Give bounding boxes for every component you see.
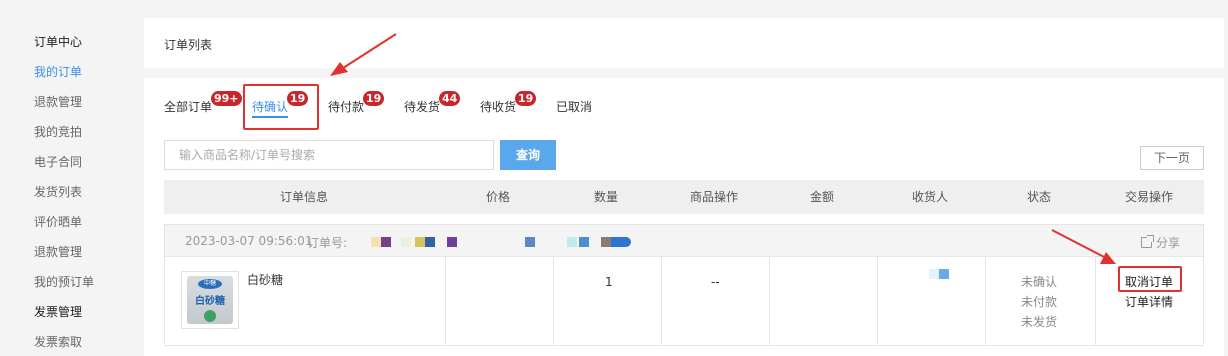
quantity-value: 1 [605, 275, 613, 289]
sidebar-item-my-orders[interactable]: 我的订单 [34, 63, 82, 80]
status-unpaid: 未付款 [1021, 295, 1058, 309]
page-title: 订单列表 [164, 38, 213, 52]
redacted-order-number [567, 237, 577, 247]
redacted-order-number [525, 237, 535, 247]
tab-cancelled[interactable]: 已取消 [556, 98, 592, 115]
sidebar-section-invoice-management: 发票管理 [34, 305, 83, 319]
next-page-button[interactable]: 下一页 [1140, 146, 1204, 170]
order-details-link[interactable]: 订单详情 [1125, 293, 1173, 310]
count-badge: 99+ [211, 91, 242, 106]
redacted-order-number [425, 237, 435, 247]
count-badge: 44 [439, 91, 461, 106]
redacted-order-number [401, 237, 411, 247]
column-divider [445, 257, 446, 345]
column-header-receiver: 收货人 [911, 190, 948, 204]
column-divider [769, 257, 770, 345]
order-card: 2023-03-07 09:56:01 订单号: 分享 中糖 白砂糖 白砂糖 1… [164, 224, 1204, 346]
order-time: 2023-03-07 09:56:01 [185, 234, 313, 248]
status-unshipped: 未发货 [1021, 315, 1058, 329]
sidebar: 订单中心 我的订单 退款管理 我的竞拍 电子合同 发货列表 评价晒单 退款管理 … [0, 0, 140, 356]
column-divider [553, 257, 554, 345]
product-ops-value: -- [711, 275, 720, 289]
order-header: 2023-03-07 09:56:01 订单号: 分享 [165, 225, 1203, 257]
redacted-order-number [621, 237, 631, 247]
redacted-order-number [579, 237, 589, 247]
sidebar-section-order-center: 订单中心 [34, 35, 83, 49]
sugar-bag-image: 中糖 白砂糖 [187, 276, 233, 324]
column-header-order-info: 订单信息 [279, 190, 328, 204]
sidebar-item-e-contracts[interactable]: 电子合同 [34, 153, 82, 170]
column-header-amount: 金额 [809, 190, 834, 204]
count-badge: 19 [363, 91, 385, 106]
tab-label: 已取消 [556, 100, 593, 114]
sidebar-item-my-preorders[interactable]: 我的预订单 [34, 273, 94, 290]
share-icon [1141, 235, 1154, 248]
product-name[interactable]: 白砂糖 [247, 271, 283, 288]
search-button[interactable]: 查询 [500, 140, 556, 170]
redacted-order-number [601, 237, 611, 247]
share-link[interactable]: 分享 [1141, 234, 1180, 251]
column-header-quantity: 数量 [593, 190, 618, 204]
bag-label: 白砂糖 [195, 296, 225, 307]
column-divider [877, 257, 878, 345]
column-divider [1095, 257, 1096, 345]
sidebar-item-reviews[interactable]: 评价晒单 [34, 213, 82, 230]
column-header-price: 价格 [485, 190, 510, 204]
sidebar-item-shipment-list[interactable]: 发货列表 [34, 183, 82, 200]
redacted-order-number [611, 237, 621, 247]
status-unconfirmed: 未确认 [1021, 275, 1058, 289]
column-divider [661, 257, 662, 345]
bag-logo: 中糖 [198, 279, 222, 289]
count-badge: 19 [515, 91, 537, 106]
search-input[interactable]: 输入商品名称/订单号搜索 [164, 140, 494, 170]
redacted-order-number [415, 237, 425, 247]
tab-label: 待收货 [480, 100, 517, 114]
tab-pending-shipment[interactable]: 待发货 44 [404, 91, 461, 115]
tab-all-orders[interactable]: 全部订单 99+ [164, 91, 242, 115]
redacted-order-number [371, 237, 381, 247]
column-header-product-ops: 商品操作 [689, 190, 738, 204]
sidebar-item-refund-management-2[interactable]: 退款管理 [34, 243, 82, 260]
column-divider [985, 257, 986, 345]
annotation-highlight-box [1118, 266, 1182, 292]
column-header-status: 状态 [1026, 190, 1051, 204]
sidebar-item-invoice-request[interactable]: 发票索取 [34, 333, 82, 350]
share-label: 分享 [1156, 236, 1181, 250]
tab-label: 待付款 [328, 100, 365, 114]
product-thumbnail[interactable]: 中糖 白砂糖 [181, 271, 239, 329]
redacted-receiver [929, 269, 951, 281]
title-panel: 订单列表 [144, 18, 1224, 68]
column-header-trade-ops: 交易操作 [1124, 190, 1173, 204]
order-list-panel: 全部订单 99+ 待确认 19 待付款 19 待发货 44 待收货 19 已取消… [144, 78, 1224, 356]
table-header: 订单信息 价格 数量 商品操作 金额 收货人 状态 交易操作 [164, 180, 1204, 214]
redacted-order-number [381, 237, 391, 247]
order-number-label: 订单号: [307, 236, 348, 250]
sidebar-item-refund-management[interactable]: 退款管理 [34, 93, 82, 110]
tab-pending-payment[interactable]: 待付款 19 [328, 91, 385, 115]
tab-label: 全部订单 [164, 100, 213, 114]
tab-pending-receipt[interactable]: 待收货 19 [480, 91, 537, 115]
sidebar-item-my-auctions[interactable]: 我的竞拍 [34, 123, 82, 140]
bag-emblem [204, 310, 216, 322]
annotation-highlight-box [243, 84, 319, 130]
redacted-order-number [447, 237, 457, 247]
tab-label: 待发货 [404, 100, 441, 114]
